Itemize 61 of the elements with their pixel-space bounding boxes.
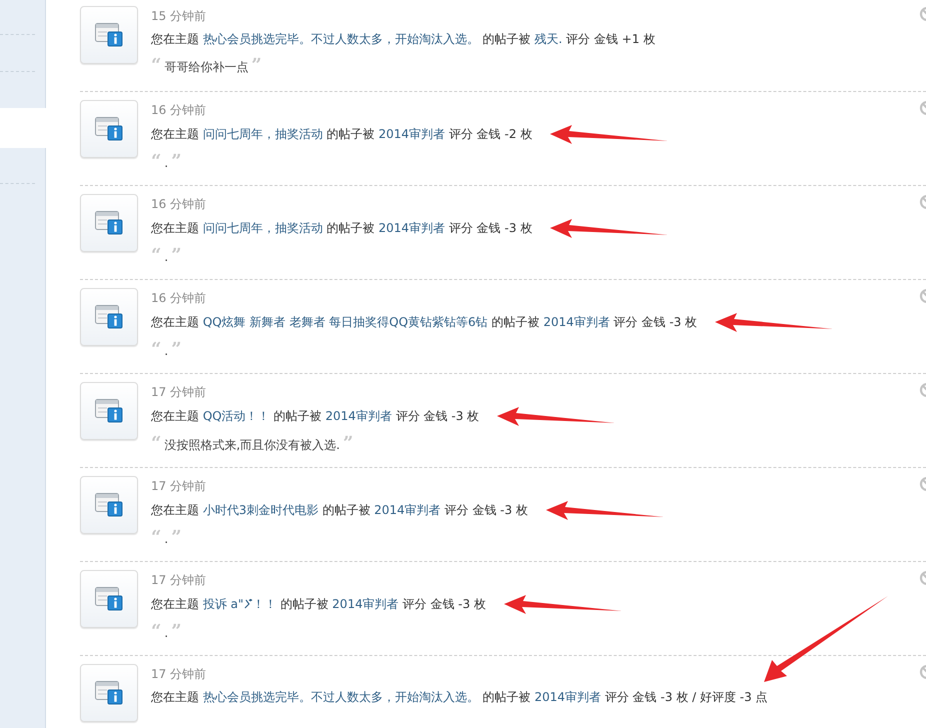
quote-mark: ” — [251, 57, 262, 75]
quote-mark: ” — [171, 529, 182, 547]
topic-link[interactable]: 问问七周年，抽奖活动 — [202, 127, 323, 141]
window-info-icon — [95, 23, 123, 47]
notice-message: 您在主题 问问七周年，抽奖活动 的帖子被 2014审判者 评分 金钱 -2 枚 — [151, 126, 532, 143]
topic-link[interactable]: 投诉 a" ！！ — [202, 597, 277, 611]
quote-mark: “ — [151, 623, 162, 641]
notice-time: 16 分钟前 — [151, 196, 208, 213]
quote-text: . — [164, 250, 168, 264]
user-link[interactable]: 2014审判者 — [378, 221, 446, 235]
notice-time: 17 分钟前 — [151, 478, 208, 495]
quote-mark: ” — [171, 341, 182, 359]
quote-mark: ” — [343, 435, 354, 453]
notice-time: 17 分钟前 — [151, 666, 208, 683]
notice-message: 您在主题 问问七周年，抽奖活动 的帖子被 2014审判者 评分 金钱 -3 枚 — [151, 220, 532, 237]
user-link[interactable]: 2014审判者 — [332, 597, 399, 611]
notice-time: 16 分钟前 — [151, 290, 208, 307]
notice-message: 您在主题 热心会员挑选完毕。不过人数太多，开始淘汰入选。 的帖子被 2014审判者 评分 金钱 -3 枚 / 好评度 -3 点 — [151, 689, 768, 706]
notice-message: 您在主题 投诉 a" ！！ 的帖子被 2014审判者 评分 金钱 -3 枚 — [151, 596, 486, 613]
quote-mark: ” — [171, 153, 182, 171]
quote-text: . — [164, 532, 168, 546]
quote-mark: ” — [171, 247, 182, 265]
topic-link[interactable]: 小时代3刺金时代电影 — [202, 503, 318, 517]
window-info-icon — [95, 117, 123, 141]
window-info-icon — [95, 211, 123, 235]
user-link[interactable]: 2014审判者 — [534, 690, 602, 704]
quote-text: . — [164, 156, 168, 170]
quote-mark: “ — [151, 57, 162, 75]
user-link[interactable]: 2014审判者 — [543, 315, 610, 329]
notice-time: 17 分钟前 — [151, 384, 208, 401]
quote-text: . — [164, 344, 168, 358]
user-link[interactable]: 2014审判者 — [325, 409, 392, 423]
topic-link[interactable]: QQ炫舞 新舞者 老舞者 每日抽奖得QQ黄钻紫钻等6钻 — [202, 315, 488, 329]
quote-text: . — [164, 626, 168, 640]
quote-mark: “ — [151, 153, 162, 171]
user-link[interactable]: 2014审判者 — [374, 503, 441, 517]
topic-link[interactable]: 问问七周年，抽奖活动 — [202, 221, 323, 235]
notice-time: 15 分钟前 — [151, 8, 208, 25]
topic-link[interactable]: 热心会员挑选完毕。不过人数太多，开始淘汰入选。 — [202, 690, 479, 704]
quote-mark: “ — [151, 435, 162, 453]
user-link[interactable]: 2014审判者 — [378, 127, 446, 141]
window-info-icon — [95, 493, 123, 517]
quote-mark: “ — [151, 247, 162, 265]
window-info-icon — [95, 681, 123, 705]
notice-message: 您在主题 QQ活动！！ 的帖子被 2014审判者 评分 金钱 -3 枚 — [151, 408, 480, 425]
topic-link[interactable]: 热心会员挑选完毕。不过人数太多，开始淘汰入选。 — [202, 32, 479, 46]
notice-time: 16 分钟前 — [151, 102, 208, 119]
window-info-icon — [95, 305, 123, 329]
window-info-icon — [95, 399, 123, 423]
quote-mark: “ — [151, 529, 162, 547]
notice-message: 您在主题 热心会员挑选完毕。不过人数太多，开始淘汰入选。 的帖子被 残天. 评分 金钱 +1 枚 — [151, 31, 656, 48]
notice-message: 您在主题 小时代3刺金时代电影 的帖子被 2014审判者 评分 金钱 -3 枚 — [151, 502, 528, 519]
topic-link[interactable]: QQ活动！！ — [202, 409, 270, 423]
quote-mark: “ — [151, 341, 162, 359]
window-info-icon — [95, 587, 123, 611]
quote-text: 哥哥给你补一点 — [164, 59, 248, 76]
quote-mark: ” — [171, 623, 182, 641]
user-link[interactable]: 残天. — [534, 32, 562, 46]
notice-message: 您在主题 QQ炫舞 新舞者 老舞者 每日抽奖得QQ黄钻紫钻等6钻 的帖子被 2014审判者 评分 金钱 -3 枚 — [151, 314, 698, 331]
notice-time: 17 分钟前 — [151, 572, 208, 589]
quote-text: 没按照格式来,而且你没有被入选. — [164, 437, 340, 454]
